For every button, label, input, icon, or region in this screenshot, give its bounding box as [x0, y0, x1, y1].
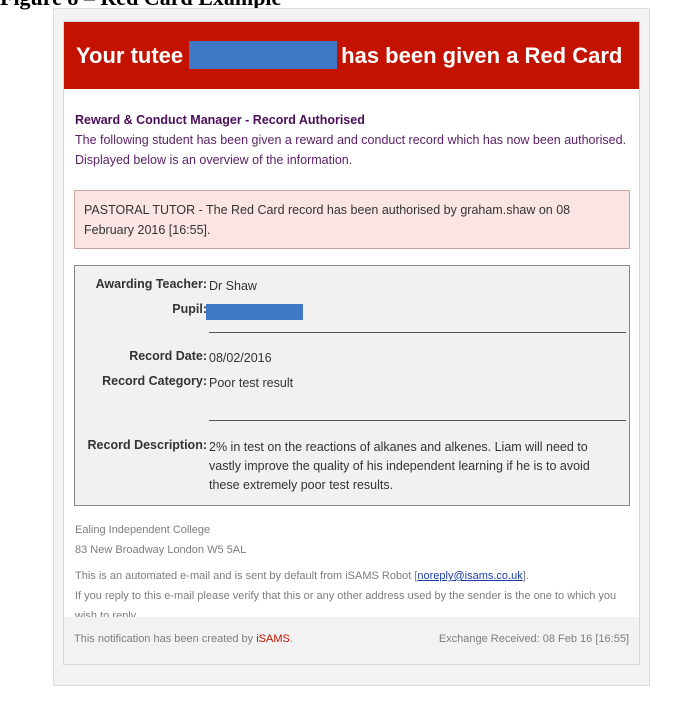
org-name: Ealing Independent College [75, 524, 211, 536]
header-banner: Your tutee has been given a Red Card [64, 22, 639, 89]
record-description-label: Record Description: [87, 438, 207, 452]
automated-suffix: ]. [522, 570, 529, 582]
redacted-name-block [189, 41, 338, 70]
exchange-received: Exchange Received: 08 Feb 16 [16:55] [438, 633, 629, 645]
created-by: This notification has been created by iS… [74, 633, 293, 645]
brand-suffix: . [289, 633, 293, 645]
divider-1 [209, 332, 626, 333]
org-info: Ealing Independent College 83 New Broadw… [75, 520, 635, 560]
email-frame: Your tutee has been given a Red Card Rewa… [53, 8, 650, 686]
pupil-value [206, 302, 618, 321]
robot-email-link[interactable]: noreply@isams.co.uk [417, 570, 522, 582]
message-body: Reward & Conduct Manager - Record Author… [75, 110, 631, 170]
org-address: 83 New Broadway London W5 5AL [75, 544, 247, 556]
automated-prefix: This is an automated e-mail and is sent … [75, 570, 418, 582]
pupil-label: Pupil: [172, 302, 207, 316]
isams-brand: iSAMS [256, 633, 290, 645]
created-by-text: This notification has been created by [74, 633, 254, 645]
record-description-value: 2% in test on the reactions of alkanes a… [209, 440, 590, 492]
record-details: Awarding Teacher: Dr Shaw Pupil: Record … [74, 265, 630, 506]
record-date-value: 08/02/2016 [209, 351, 272, 365]
header-prefix: Your tutee [76, 43, 184, 68]
awarding-teacher-value: Dr Shaw [209, 279, 257, 293]
notification-card: Your tutee has been given a Red Card Rewa… [63, 21, 640, 665]
section-title: Reward & Conduct Manager - Record Author… [75, 113, 365, 127]
awarding-teacher-label: Awarding Teacher: [95, 277, 207, 291]
authorisation-notice: PASTORAL TUTOR - The Red Card record has… [74, 190, 630, 249]
automated-line: This is an automated e-mail and is sent … [75, 566, 635, 586]
intro-text: The following student has been given a r… [75, 133, 627, 167]
record-date-label: Record Date: [129, 349, 207, 363]
header-suffix: has been given a Red Card [341, 43, 623, 68]
redacted-pupil-block [206, 303, 303, 320]
record-category-value: Poor test result [209, 376, 294, 390]
record-category-label: Record Category: [102, 374, 207, 388]
divider-2 [209, 420, 626, 421]
bottom-bar: This notification has been created by iS… [64, 617, 639, 664]
